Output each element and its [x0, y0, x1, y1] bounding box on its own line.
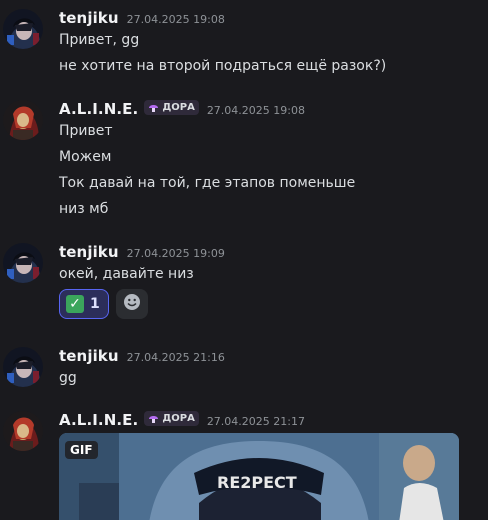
mushroom-icon	[148, 413, 159, 424]
message-text: низ мб	[59, 201, 109, 217]
avatar-image	[3, 347, 43, 387]
message-header: A.L.I.N.E. ДОРА 27.04.2025 19:08	[59, 100, 305, 118]
gif-embed[interactable]: RE2PECT GIF	[59, 433, 459, 520]
cap-text: RE2PECT	[217, 473, 297, 492]
message-header: A.L.I.N.E. ДОРА 27.04.2025 21:17	[59, 411, 305, 429]
author-name[interactable]: tenjiku	[59, 9, 119, 27]
message-text: Привет	[59, 123, 113, 139]
timestamp: 27.04.2025 19:08	[206, 104, 305, 117]
author-name[interactable]: tenjiku	[59, 347, 119, 365]
smiley-icon	[123, 293, 141, 315]
author-name[interactable]: A.L.I.N.E.	[59, 100, 138, 118]
author-name[interactable]: tenjiku	[59, 243, 119, 261]
message-header: tenjiku 27.04.2025 19:09	[59, 243, 225, 261]
message-text: Ток давай на той, где этапов поменьше	[59, 175, 356, 191]
add-reaction-button[interactable]	[116, 289, 148, 319]
gif-badge: GIF	[65, 441, 98, 459]
gif-image: RE2PECT	[59, 433, 459, 520]
message-text: Привет, gg	[59, 32, 140, 48]
avatar-image	[3, 243, 43, 283]
message-text: окей, давайте низ	[59, 266, 194, 282]
avatar-tenjiku[interactable]	[3, 347, 43, 387]
avatar-tenjiku[interactable]	[3, 9, 43, 49]
timestamp: 27.04.2025 21:17	[206, 415, 305, 428]
message-text: не хотите на второй подраться ещё разок?…	[59, 58, 387, 74]
timestamp: 27.04.2025 19:08	[126, 13, 225, 26]
message-header: tenjiku 27.04.2025 19:08	[59, 9, 225, 27]
avatar-tenjiku[interactable]	[3, 243, 43, 283]
mushroom-icon	[148, 102, 159, 113]
message-header: tenjiku 27.04.2025 21:16	[59, 347, 225, 365]
timestamp: 27.04.2025 21:16	[126, 351, 225, 364]
server-tag-label: ДОРА	[162, 102, 195, 113]
server-tag-label: ДОРА	[162, 413, 195, 424]
reaction-check[interactable]: ✓ 1	[59, 289, 109, 319]
avatar-image	[3, 100, 43, 140]
server-tag[interactable]: ДОРА	[144, 100, 199, 115]
avatar-aline[interactable]	[3, 411, 43, 451]
message-text: gg	[59, 370, 77, 386]
reaction-count: 1	[90, 296, 100, 312]
timestamp: 27.04.2025 19:09	[126, 247, 225, 260]
avatar-aline[interactable]	[3, 100, 43, 140]
check-mark-icon: ✓	[66, 295, 84, 313]
author-name[interactable]: A.L.I.N.E.	[59, 411, 138, 429]
server-tag[interactable]: ДОРА	[144, 411, 199, 426]
message-text: Можем	[59, 149, 112, 165]
avatar-image	[3, 411, 43, 451]
avatar-image	[3, 9, 43, 49]
